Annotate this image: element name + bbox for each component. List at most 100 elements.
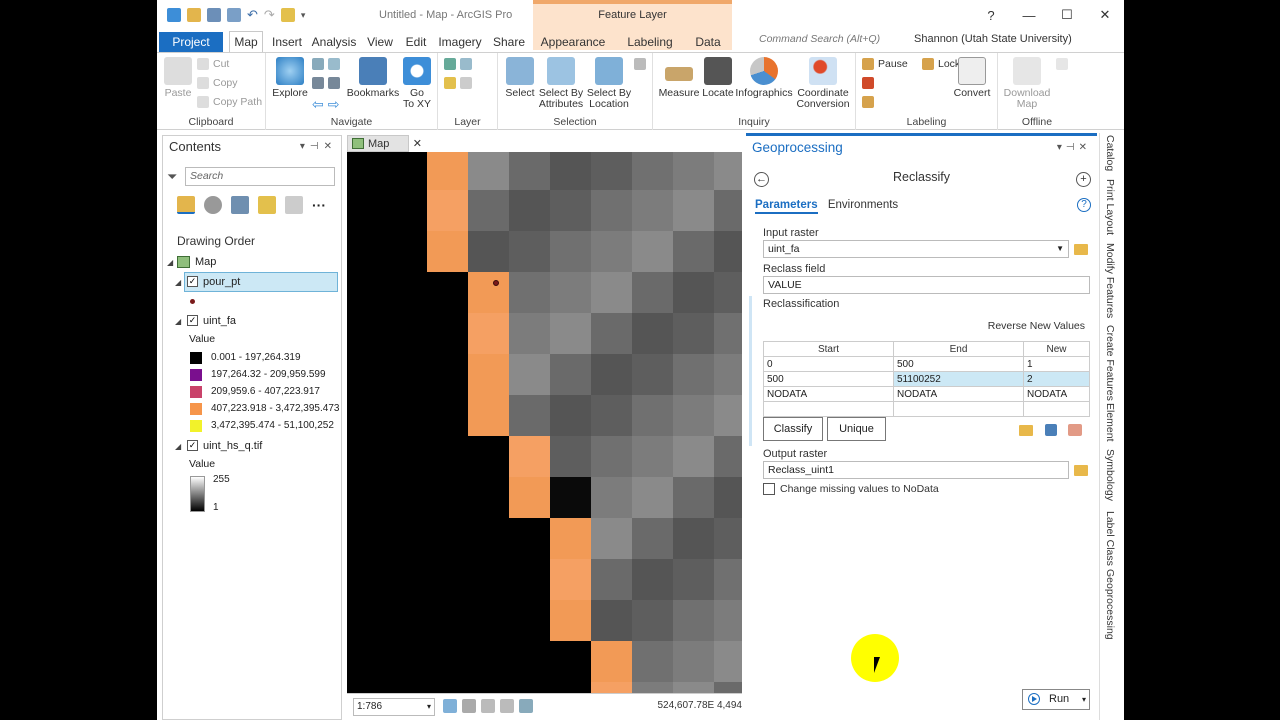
layer-icon[interactable] [280, 8, 295, 22]
tab-share[interactable]: Share [489, 33, 529, 52]
open-project-icon[interactable] [187, 8, 201, 22]
snapping-icon[interactable] [462, 699, 476, 713]
map-tab[interactable]: Map ✕ [347, 135, 422, 152]
map-canvas[interactable] [347, 152, 742, 693]
coordinate-conversion-button[interactable]: Coordinate Conversion [795, 57, 851, 110]
undo-icon[interactable]: ↶ [247, 7, 258, 23]
zoom-in-icon[interactable] [312, 77, 324, 89]
pour-point-marker[interactable] [493, 280, 499, 286]
end-cell[interactable]: 51100252 [893, 371, 1024, 387]
new-cell[interactable]: 1 [1023, 356, 1090, 372]
start-cell[interactable]: 500 [763, 371, 894, 387]
save-as-icon[interactable] [227, 8, 241, 22]
eraser-icon[interactable] [1068, 424, 1082, 436]
command-search-input[interactable]: Command Search (Alt+Q) [741, 33, 901, 50]
user-account[interactable]: Shannon (Utah State University) [914, 33, 1072, 45]
pause-button[interactable]: Pause [862, 58, 908, 70]
run-button[interactable]: Run ▾ [1022, 689, 1090, 710]
close-tab-icon[interactable]: ✕ [413, 136, 422, 152]
chevron-down-icon[interactable]: ▾ [1082, 690, 1086, 709]
side-tab-print-layout[interactable]: Print Layout [1104, 179, 1116, 235]
start-cell[interactable]: 0 [763, 356, 894, 372]
select-button[interactable]: Select [503, 57, 537, 99]
collapse-arrow-icon[interactable]: ◢ [175, 273, 181, 293]
missing-nodata-checkbox[interactable] [763, 483, 775, 495]
tab-environments[interactable]: Environments [828, 199, 898, 211]
cut-button[interactable]: Cut [197, 58, 229, 70]
new-cell[interactable]: NODATA [1023, 386, 1090, 402]
pane-controls[interactable]: ▾⊣✕ [1057, 142, 1091, 153]
forward-extent-icon[interactable]: ⇨ [328, 96, 340, 113]
crosshair-icon[interactable] [500, 699, 514, 713]
add-preset-icon[interactable] [460, 77, 472, 89]
paste-button[interactable]: Paste [162, 57, 194, 99]
sync-button[interactable] [1056, 58, 1068, 70]
browse-folder-icon[interactable] [1074, 465, 1088, 476]
new-cell[interactable] [1023, 401, 1090, 417]
scale-dropdown[interactable]: 1:786 ▾ [353, 698, 435, 716]
measure-button[interactable]: Measure [658, 57, 700, 99]
back-extent-icon[interactable]: ⇦ [312, 96, 324, 113]
browse-folder-icon[interactable] [1074, 244, 1088, 255]
layer-visibility-checkbox[interactable]: ✓ [187, 315, 198, 326]
minimize-button[interactable]: — [1010, 8, 1048, 23]
list-by-data-source-icon[interactable] [204, 196, 222, 214]
collapse-arrow-icon[interactable]: ◢ [175, 437, 181, 457]
add-layer-button[interactable] [444, 77, 472, 89]
bookmarks-button[interactable]: Bookmarks [346, 57, 400, 99]
add-data-icon[interactable] [460, 58, 472, 70]
explore-button[interactable]: Explore [271, 57, 309, 99]
list-by-snapping-icon[interactable] [285, 196, 303, 214]
start-cell[interactable]: NODATA [763, 386, 894, 402]
tab-insert[interactable]: Insert [267, 33, 307, 52]
close-button[interactable]: ✕ [1086, 7, 1124, 23]
collapse-arrow-icon[interactable]: ◢ [167, 253, 173, 273]
list-by-selection-icon[interactable] [231, 196, 249, 214]
end-cell[interactable] [893, 401, 1024, 417]
grid-icon[interactable] [443, 699, 457, 713]
tab-analysis[interactable]: Analysis [310, 33, 358, 52]
refresh-icon[interactable] [519, 699, 533, 713]
unplaced-labels-button[interactable] [862, 77, 874, 89]
end-cell[interactable]: 500 [893, 356, 1024, 372]
map-node[interactable]: ◢ Map [163, 252, 341, 272]
add-icon[interactable]: + [1076, 172, 1091, 187]
download-map-button[interactable]: Download Map [1002, 57, 1052, 110]
end-cell[interactable]: NODATA [893, 386, 1024, 402]
maximize-button[interactable]: ☐ [1048, 7, 1086, 23]
navigate-tools-2[interactable] [312, 77, 340, 89]
reverse-new-values-button[interactable]: Reverse New Values [988, 320, 1085, 332]
copy-button[interactable]: Copy [197, 77, 238, 89]
list-by-editing-icon[interactable] [258, 196, 276, 214]
output-raster-input[interactable]: Reclass_uint1 [763, 461, 1069, 479]
full-extent-icon[interactable] [312, 58, 324, 70]
layer-visibility-checkbox[interactable]: ✓ [187, 276, 198, 287]
locate-button[interactable]: Locate [701, 57, 735, 99]
tab-project[interactable]: Project [159, 32, 223, 52]
layer-visibility-checkbox[interactable]: ✓ [187, 440, 198, 451]
redo-icon[interactable]: ↷ [264, 7, 275, 23]
new-project-icon[interactable] [167, 8, 181, 22]
more-options-icon[interactable]: ··· [312, 197, 326, 213]
layer-row-uint-hs[interactable]: ◢ ✓ uint_hs_q.tif [163, 436, 341, 456]
side-tab-element[interactable]: Element [1104, 403, 1116, 442]
filter-icon[interactable]: ⏷ [167, 169, 177, 185]
new-cell[interactable]: 2 [1023, 371, 1090, 387]
select-by-location-button[interactable]: Select By Location [586, 57, 632, 110]
convert-button[interactable]: Convert [952, 57, 992, 99]
save-icon[interactable] [207, 8, 221, 22]
unique-button[interactable]: Unique [827, 417, 886, 441]
load-folder-icon[interactable] [1019, 425, 1033, 436]
start-cell[interactable] [763, 401, 894, 417]
contents-search-input[interactable]: Search [185, 167, 335, 186]
select-by-attributes-button[interactable]: Select By Attributes [538, 57, 584, 110]
label-priority-button[interactable] [862, 96, 874, 108]
help-icon[interactable]: ? [1077, 198, 1091, 212]
navigate-arrows[interactable]: ⇦ ⇨ [312, 96, 339, 113]
tab-map[interactable]: Map [229, 31, 263, 52]
tab-data[interactable]: Data [689, 33, 727, 52]
zoom-out-icon[interactable] [328, 77, 340, 89]
copy-path-button[interactable]: Copy Path [197, 96, 262, 108]
collapse-arrow-icon[interactable]: ◢ [175, 312, 181, 332]
list-by-drawing-order-icon[interactable] [177, 196, 195, 214]
